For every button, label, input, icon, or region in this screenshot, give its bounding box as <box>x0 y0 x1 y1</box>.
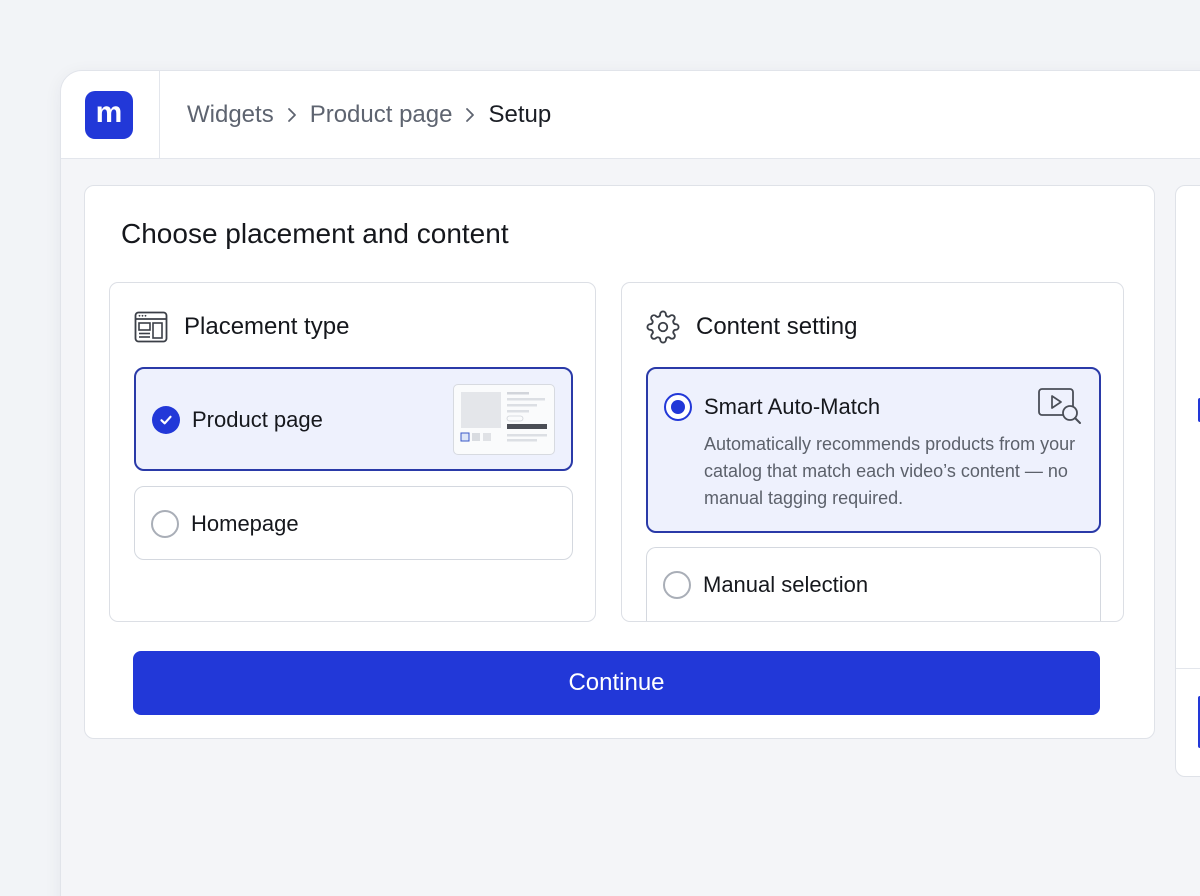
content-option-manual-selection[interactable]: Manual selection <box>646 547 1101 621</box>
top-bar: m Widgets Product page Setup <box>61 71 1200 159</box>
side-panel <box>1175 185 1200 777</box>
radio-button[interactable] <box>663 571 691 599</box>
video-search-icon <box>1037 387 1083 430</box>
content-setting-header: Content setting <box>646 309 857 345</box>
option-label-product-page: Product page <box>192 407 323 432</box>
side-panel-divider <box>1176 668 1200 669</box>
placement-option-homepage[interactable]: Homepage <box>134 486 573 560</box>
chevron-right-icon <box>286 107 298 123</box>
placement-type-panel: Placement type Product page Homepage <box>109 282 596 622</box>
placement-type-heading: Placement type <box>184 313 350 340</box>
product-page-preview-thumbnail <box>453 384 555 455</box>
gear-icon <box>646 309 684 345</box>
app-logo[interactable]: m <box>85 91 133 139</box>
content-setting-panel: Content setting Smart Auto-Match Automat… <box>621 282 1124 622</box>
option-label-smart-auto-match: Smart Auto-Match <box>704 394 881 419</box>
content-option-smart-auto-match[interactable]: Smart Auto-Match Automatically recommend… <box>646 367 1101 533</box>
option-description-smart-auto-match: Automatically recommends products from y… <box>704 434 1076 508</box>
radio-button[interactable] <box>151 510 179 538</box>
placement-type-header: Placement type <box>134 309 349 345</box>
logo-letter: m <box>95 96 123 129</box>
option-label-manual-selection: Manual selection <box>703 572 869 597</box>
page-title: Choose placement and content <box>121 218 509 249</box>
radio-button-selected[interactable] <box>664 393 692 421</box>
logo-cell: m <box>61 71 160 159</box>
breadcrumb-current: Setup <box>488 101 552 128</box>
continue-button[interactable]: Continue <box>133 651 1100 715</box>
content-setting-heading: Content setting <box>696 313 858 340</box>
breadcrumb-item-product-page[interactable]: Product page <box>310 101 453 129</box>
setup-card: Choose placement and content Placement t… <box>84 185 1155 739</box>
breadcrumb: Widgets Product page Setup <box>187 71 551 159</box>
placement-option-product-page[interactable]: Product page <box>134 367 573 471</box>
breadcrumb-item-widgets[interactable]: Widgets <box>187 101 274 129</box>
check-circle-icon <box>152 406 180 434</box>
layout-icon <box>134 309 172 345</box>
option-label-homepage: Homepage <box>191 511 299 536</box>
chevron-right-icon <box>464 107 476 123</box>
